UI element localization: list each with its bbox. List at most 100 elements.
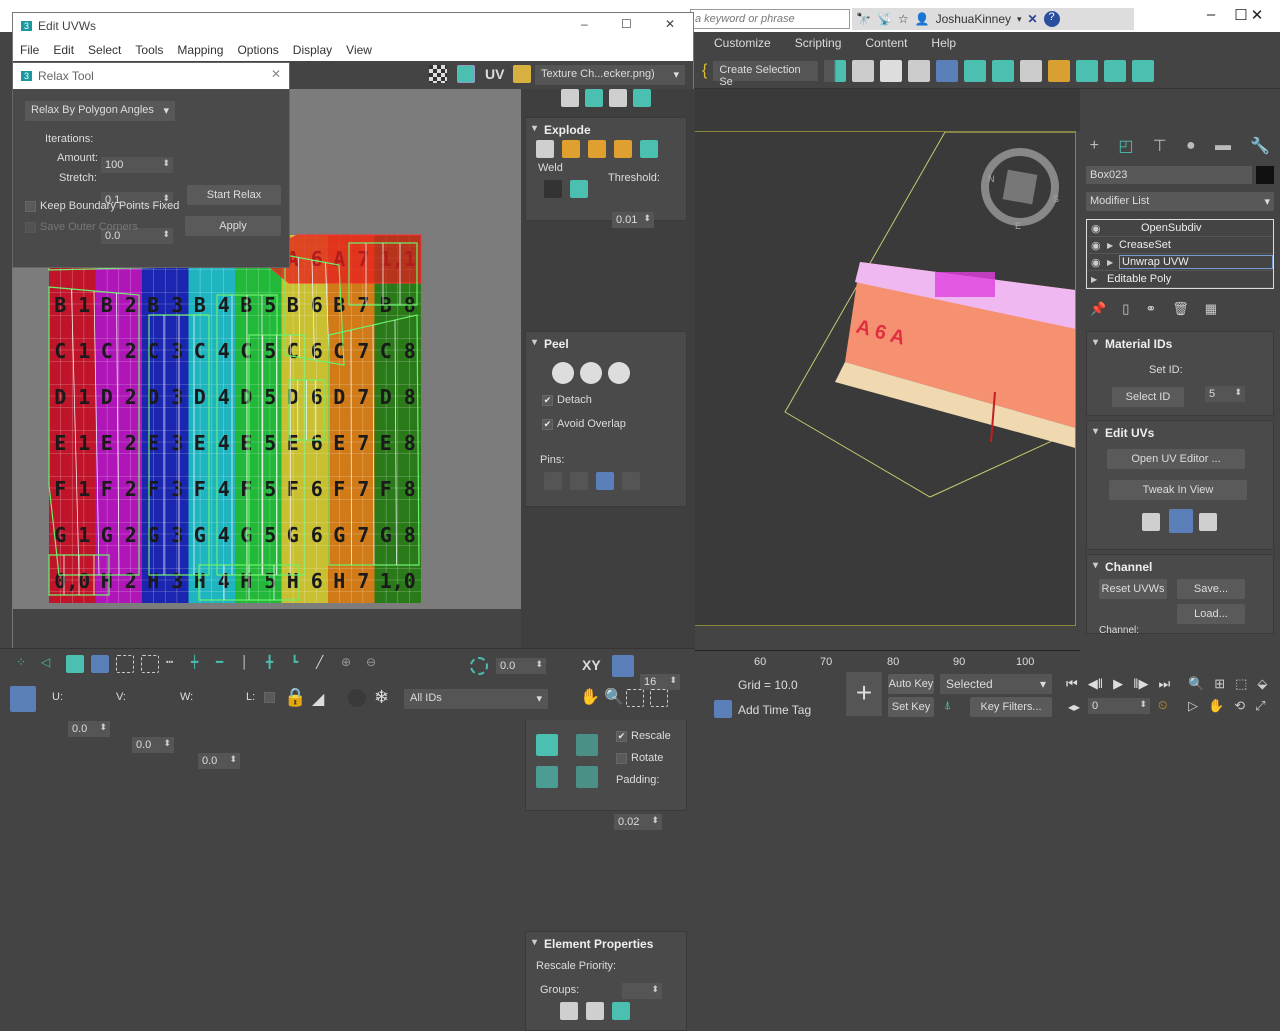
toggle-ribbon-icon[interactable] xyxy=(936,59,959,82)
time-config-icon[interactable]: ⏲ xyxy=(1158,698,1167,713)
checkbox[interactable] xyxy=(25,200,36,212)
nav-orbit-icon[interactable]: ⟲ xyxy=(1234,698,1245,714)
weld-target-icon[interactable] xyxy=(570,180,588,198)
lock-icon[interactable]: 🔒 xyxy=(284,687,306,708)
id-filter-dropdown[interactable]: All IDs ▾ xyxy=(404,689,548,709)
uvw-menu-select[interactable]: Select xyxy=(81,43,128,57)
display-tab-icon[interactable]: ▬ xyxy=(1215,137,1231,155)
reset-peel-icon[interactable] xyxy=(608,362,630,384)
show-end-result-icon[interactable]: ▯ xyxy=(1122,301,1129,317)
loop-grow-icon[interactable]: ┿ xyxy=(191,655,209,673)
nav-pan-icon[interactable]: ✋ xyxy=(1208,698,1224,714)
star-icon[interactable]: ☆ xyxy=(898,12,909,26)
object-name-field[interactable]: Box023 xyxy=(1086,166,1252,184)
rollout-title[interactable]: Channel xyxy=(1087,555,1273,579)
ring-icon[interactable]: │ xyxy=(241,655,259,673)
checker-pattern-icon[interactable] xyxy=(429,65,447,83)
checkbox[interactable]: ✔ xyxy=(542,418,553,430)
start-relax-button[interactable]: Start Relax xyxy=(187,185,281,205)
expand-arrow-icon[interactable]: ▶ xyxy=(1107,241,1119,250)
pan-icon[interactable]: ✋ xyxy=(580,687,600,707)
freeze-toggle-icon[interactable] xyxy=(348,689,366,707)
align-icon[interactable] xyxy=(852,59,875,82)
vertex-mode-icon[interactable]: ⁘ xyxy=(16,655,34,673)
flatten-icon[interactable] xyxy=(640,140,658,158)
search-input[interactable]: a keyword or phrase xyxy=(690,9,850,29)
rollout-title[interactable]: Material IDs xyxy=(1087,332,1273,356)
rollout-title[interactable]: Edit UVs xyxy=(1087,421,1273,445)
utilities-tab-icon[interactable]: 🔧 xyxy=(1250,136,1270,156)
detach-edge-icon[interactable] xyxy=(562,140,580,158)
username-label[interactable]: JoshuaKinney xyxy=(936,12,1011,26)
shrink-selection-icon[interactable] xyxy=(141,655,159,673)
menu-content[interactable]: Content xyxy=(853,36,919,50)
paint-grow-icon[interactable]: ⊕ xyxy=(341,655,359,673)
element-mode-icon[interactable] xyxy=(91,655,109,673)
uvw-menu-options[interactable]: Options xyxy=(230,43,285,57)
paint-select-icon[interactable]: ╱ xyxy=(316,655,334,673)
play-icon[interactable]: ▶ xyxy=(1113,676,1123,692)
uvw-minimize-button[interactable]: – xyxy=(581,17,588,31)
w-spinner[interactable]: 0.0 xyxy=(198,753,240,769)
modifier-list-dropdown[interactable]: Modifier List ▾ xyxy=(1086,192,1274,211)
key-filters-button[interactable]: Key Filters... xyxy=(970,697,1052,717)
modify-tab-icon[interactable]: ◰ xyxy=(1118,136,1133,156)
save-button[interactable]: Save... xyxy=(1177,579,1245,599)
set-id-spinner[interactable]: 5 xyxy=(1205,386,1245,402)
paint-shrink-icon[interactable]: ⊖ xyxy=(366,655,384,673)
menu-help[interactable]: Help xyxy=(919,36,968,50)
chevron-down-icon[interactable]: ▾ xyxy=(1017,14,1022,25)
break-icon[interactable] xyxy=(536,140,554,158)
detach-face-icon[interactable] xyxy=(588,140,606,158)
curve-editor-icon[interactable] xyxy=(964,59,987,82)
nav-zoom-icon[interactable]: 🔍 xyxy=(1188,676,1204,692)
go-to-start-icon[interactable]: ⏮ xyxy=(1066,676,1078,692)
hide-show-icon[interactable]: ◢ xyxy=(312,689,324,709)
checkbox[interactable]: ✔ xyxy=(616,730,627,742)
nav-zoom-extents-icon[interactable]: ⬚ xyxy=(1235,676,1247,692)
viewcube[interactable]: N S E xyxy=(981,148,1059,231)
rotate-value-spinner[interactable]: 0.0 xyxy=(496,658,546,674)
layer-explorer-icon[interactable] xyxy=(908,59,931,82)
grid-snap-icon[interactable] xyxy=(612,655,634,677)
zoom-extents-icon[interactable] xyxy=(650,689,668,707)
mirror-icon[interactable] xyxy=(824,59,847,82)
tweak-in-view-button[interactable]: Tweak In View xyxy=(1109,480,1247,500)
ungroup-selected-icon[interactable] xyxy=(586,1002,604,1020)
pack-custom-icon[interactable] xyxy=(576,734,598,756)
pack-normalize-icon[interactable] xyxy=(536,734,558,756)
timeline-ruler[interactable]: 60 70 80 90 100 xyxy=(694,650,1080,670)
grow-selection-icon[interactable] xyxy=(116,655,134,673)
uvw-maximize-button[interactable]: ☐ xyxy=(621,17,632,31)
weld-selected-icon[interactable] xyxy=(544,180,562,198)
zoom-icon[interactable]: 🔍 xyxy=(604,687,624,707)
texture-dropdown[interactable]: Texture Ch...ecker.png) ▾ xyxy=(535,65,685,85)
nav-fov-icon[interactable]: ▷ xyxy=(1188,698,1198,714)
expand-arrow-icon[interactable]: ▶ xyxy=(1107,258,1119,267)
rotate-checkbox[interactable]: Rotate xyxy=(616,752,663,764)
stitch-source-icon[interactable] xyxy=(585,89,603,107)
modifier-stack-item[interactable]: ◉ ▶ Unwrap UVW xyxy=(1087,254,1273,271)
snowflake-icon[interactable]: ❄ xyxy=(374,687,389,708)
uvw-menu-mapping[interactable]: Mapping xyxy=(170,43,230,57)
add-time-tag-button[interactable]: Add Time Tag xyxy=(738,703,811,717)
select-pinned-icon[interactable] xyxy=(622,472,640,490)
go-to-end-icon[interactable]: ⏭ xyxy=(1158,676,1170,692)
avoid-overlap-checkbox[interactable]: ✔ Avoid Overlap xyxy=(542,418,626,430)
pin-icon[interactable] xyxy=(544,472,562,490)
peel-mode-icon[interactable] xyxy=(580,362,602,384)
v-spinner[interactable]: 0.0 xyxy=(132,737,174,753)
polygon-mode-icon[interactable] xyxy=(66,655,84,673)
reset-uvws-button[interactable]: Reset UVWs xyxy=(1099,579,1167,599)
rollout-title[interactable]: Element Properties xyxy=(526,932,686,956)
soft-selection-icon[interactable] xyxy=(470,657,488,675)
key-mode-icon[interactable]: ◂▸ xyxy=(1068,700,1080,714)
perspective-viewport[interactable]: A 6 A N S E xyxy=(694,131,1076,626)
texture-settings-icon[interactable] xyxy=(513,65,531,83)
render-icon[interactable] xyxy=(1104,59,1127,82)
help-icon[interactable]: ? xyxy=(1043,11,1060,27)
select-id-button[interactable]: Select ID xyxy=(1112,387,1184,407)
absolute-offset-icon[interactable] xyxy=(10,686,36,712)
rollout-title[interactable]: Explode xyxy=(526,118,686,142)
eye-icon[interactable]: ◉ xyxy=(1091,239,1107,252)
